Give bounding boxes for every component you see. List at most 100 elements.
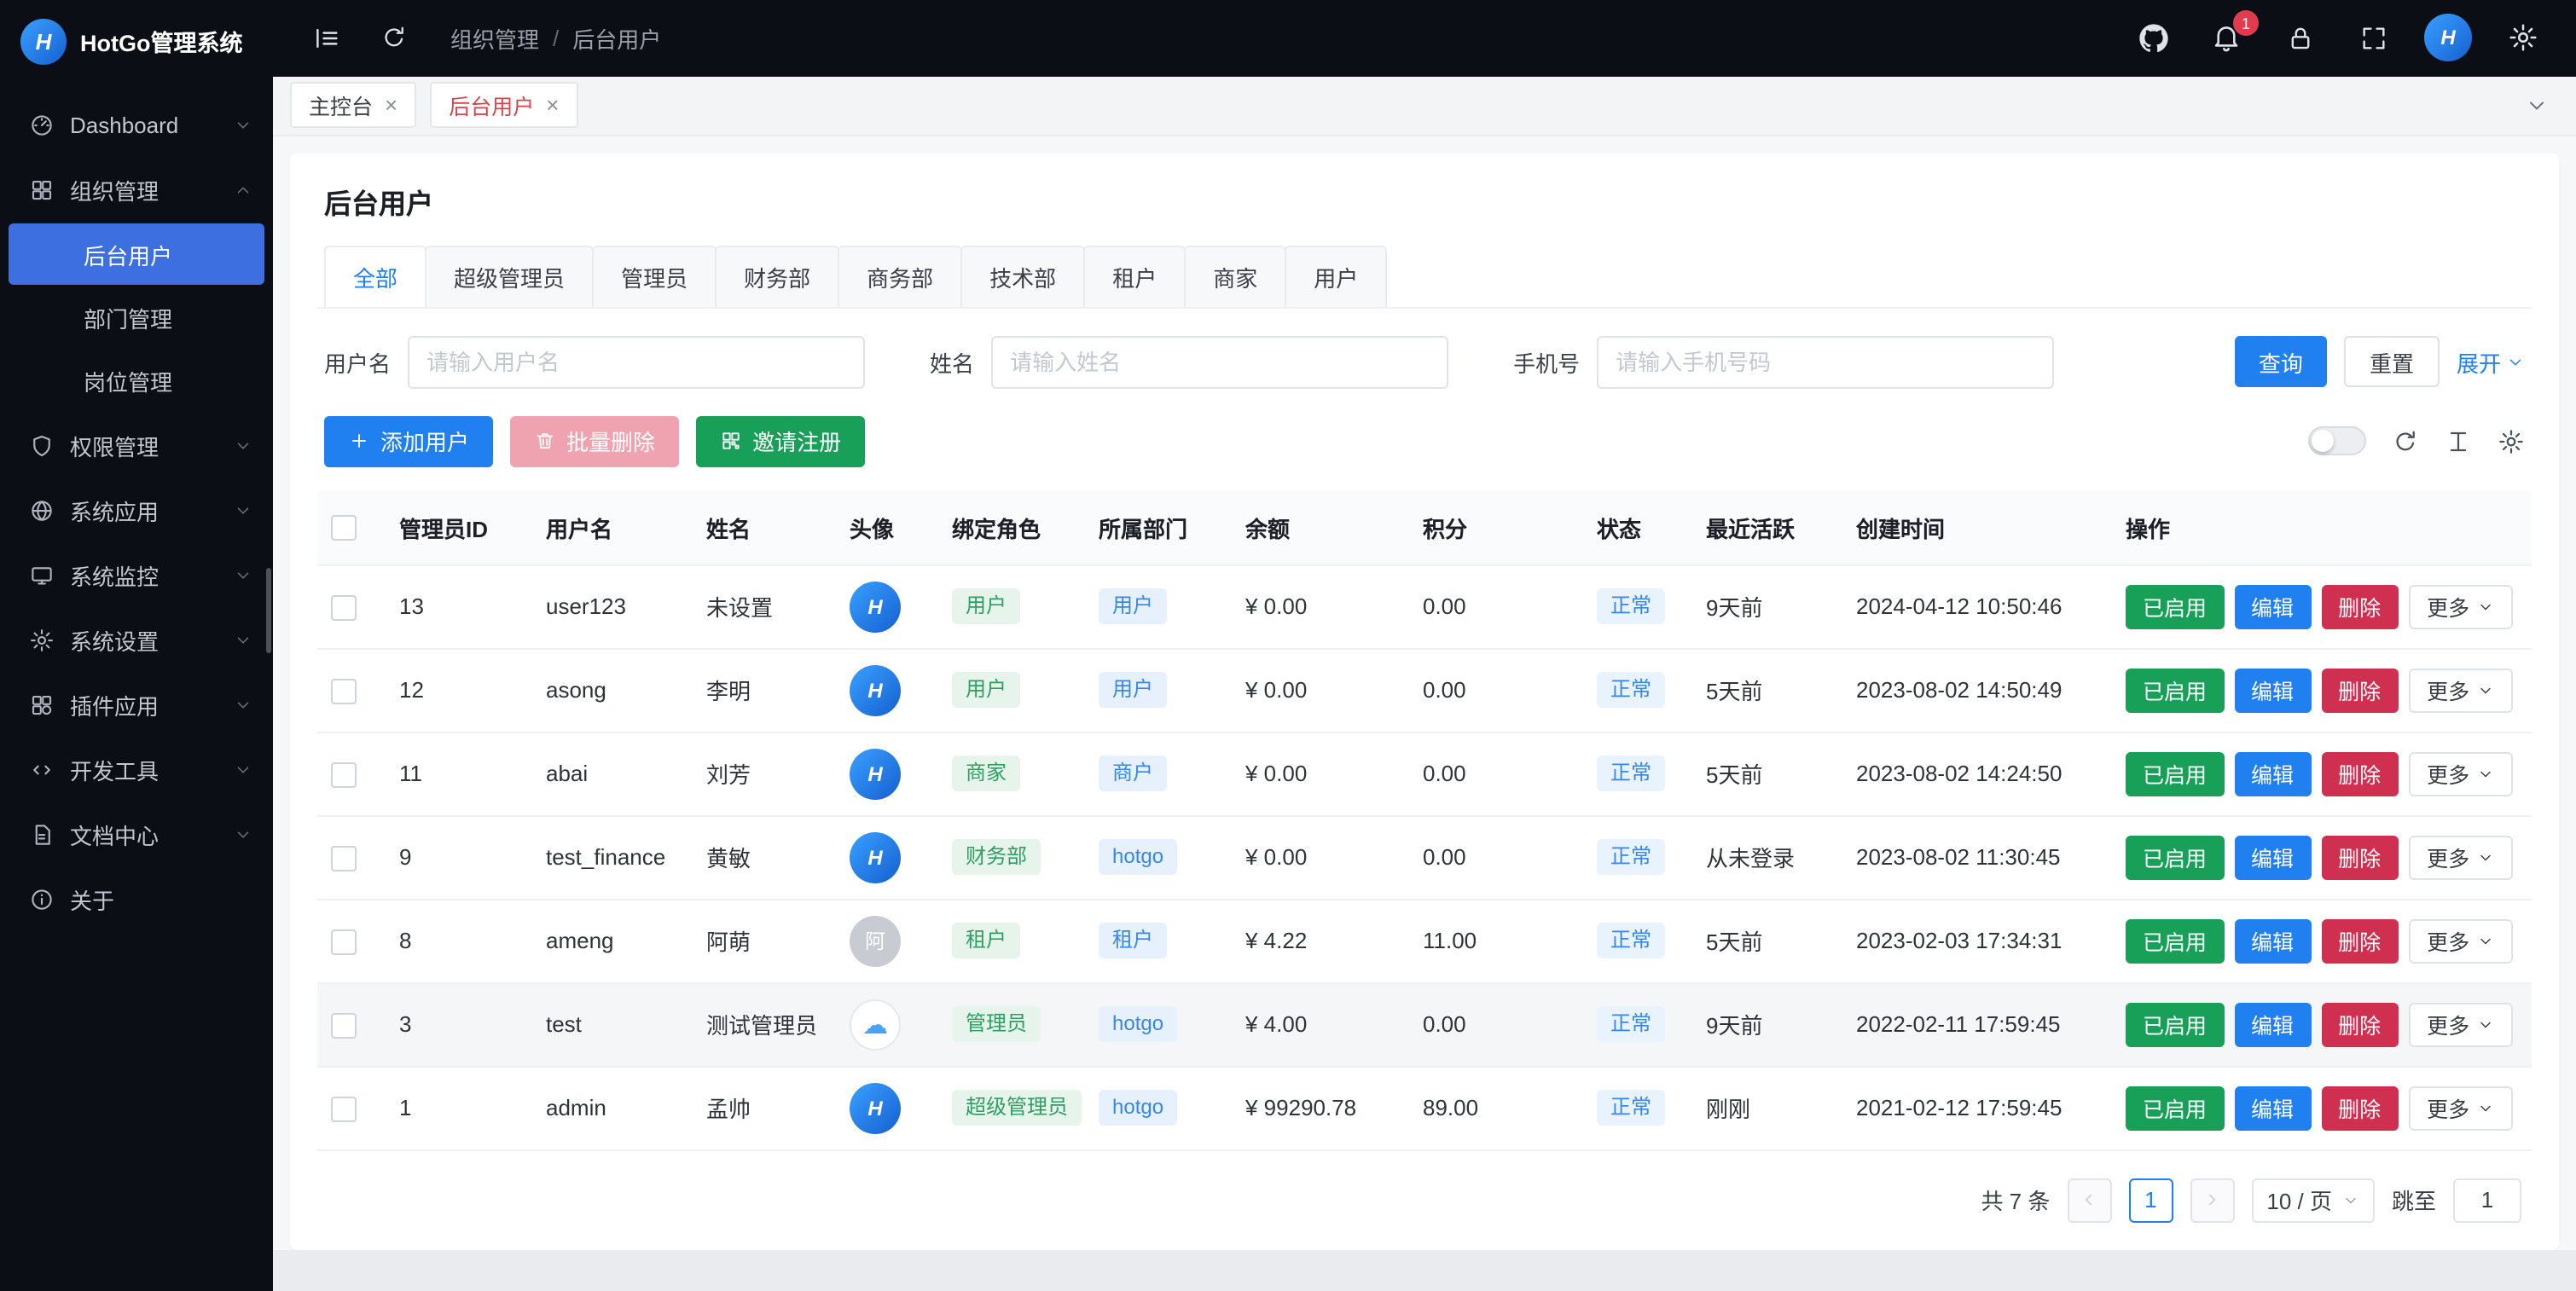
filter-tab[interactable]: 商务部	[838, 246, 962, 307]
invite-register-button[interactable]: 邀请注册	[696, 416, 865, 467]
row-checkbox[interactable]	[331, 1013, 357, 1039]
sidebar-item-system-apps[interactable]: 系统应用	[0, 478, 273, 542]
column-header: 姓名	[693, 491, 836, 565]
more-button[interactable]: 更多	[2408, 585, 2512, 629]
more-button[interactable]: 更多	[2408, 1086, 2512, 1131]
filter-tab[interactable]: 用户	[1285, 246, 1387, 307]
username-input[interactable]	[408, 336, 865, 389]
sidebar-item-dashboard[interactable]: Dashboard	[0, 92, 273, 157]
table-settings-button[interactable]	[2498, 428, 2525, 455]
delete-button[interactable]: 删除	[2321, 1003, 2398, 1047]
table-refresh-button[interactable]	[2392, 428, 2419, 455]
page-number-button[interactable]: 1	[2128, 1178, 2173, 1223]
enabled-button[interactable]: 已启用	[2126, 836, 2224, 880]
sidebar-item-dev-tools[interactable]: 开发工具	[0, 737, 273, 802]
delete-button[interactable]: 删除	[2321, 836, 2398, 880]
sidebar-item-plugins[interactable]: 插件应用	[0, 672, 273, 737]
edit-button[interactable]: 编辑	[2234, 669, 2311, 713]
row-checkbox[interactable]	[331, 846, 357, 871]
more-button[interactable]: 更多	[2408, 669, 2512, 713]
delete-button[interactable]: 删除	[2321, 1086, 2398, 1131]
table-density-button[interactable]	[2445, 428, 2472, 455]
striped-toggle[interactable]	[2308, 427, 2366, 456]
delete-button[interactable]: 删除	[2321, 919, 2398, 964]
mobile-input[interactable]	[1597, 336, 2054, 389]
sidebar-item-org[interactable]: 组织管理	[0, 157, 273, 222]
filter-tab[interactable]: 技术部	[960, 246, 1085, 307]
chevron-down-icon	[234, 695, 252, 714]
query-button[interactable]: 查询	[2235, 337, 2327, 388]
edit-button[interactable]: 编辑	[2234, 919, 2311, 964]
devtools-icon	[29, 756, 55, 782]
prev-page-button[interactable]	[2067, 1178, 2111, 1223]
filter-tab[interactable]: 超级管理员	[425, 246, 594, 307]
delete-button[interactable]: 删除	[2321, 752, 2398, 796]
row-checkbox[interactable]	[331, 595, 357, 621]
app-brand[interactable]: H HotGo管理系统	[0, 0, 273, 82]
close-icon[interactable]: ×	[385, 94, 397, 116]
reset-button[interactable]: 重置	[2344, 337, 2440, 388]
tabs-menu-button[interactable]	[2515, 93, 2559, 117]
more-button[interactable]: 更多	[2408, 919, 2512, 964]
filter-tab[interactable]: 商家	[1184, 246, 1286, 307]
breadcrumb-item[interactable]: 后台用户	[572, 22, 661, 55]
filter-tab[interactable]: 租户	[1083, 246, 1186, 307]
edit-button[interactable]: 编辑	[2234, 836, 2311, 880]
more-button[interactable]: 更多	[2408, 836, 2512, 880]
enabled-button[interactable]: 已启用	[2126, 919, 2224, 964]
more-button[interactable]: 更多	[2408, 1003, 2512, 1047]
github-button[interactable]	[2131, 16, 2175, 61]
row-checkbox[interactable]	[331, 929, 357, 955]
delete-button[interactable]: 删除	[2321, 669, 2398, 713]
jump-input[interactable]	[2453, 1178, 2521, 1223]
notifications-button[interactable]: 1	[2204, 16, 2248, 61]
row-checkbox[interactable]	[331, 679, 357, 704]
edit-button[interactable]: 编辑	[2234, 1086, 2311, 1131]
tab-chip-admin-users[interactable]: 后台用户×	[430, 82, 577, 128]
settings-gear-button[interactable]	[2501, 16, 2545, 61]
breadcrumb-item[interactable]: 组织管理	[450, 22, 539, 55]
edit-button[interactable]: 编辑	[2234, 1003, 2311, 1047]
filter-tab[interactable]: 全部	[324, 246, 426, 307]
sidebar-item-system-monitor[interactable]: 系统监控	[0, 542, 273, 607]
sidebar-collapse-button[interactable]	[304, 16, 348, 61]
filter-tab[interactable]: 管理员	[592, 246, 717, 307]
more-button[interactable]: 更多	[2408, 752, 2512, 796]
delete-button[interactable]: 删除	[2321, 585, 2398, 629]
sidebar-subitem-positions[interactable]: 岗位管理	[9, 350, 264, 411]
sidebar-scrollbar[interactable]	[266, 568, 271, 653]
tab-chip-console[interactable]: 主控台×	[290, 82, 416, 128]
expand-filters-link[interactable]: 展开	[2457, 346, 2525, 379]
enabled-button[interactable]: 已启用	[2126, 669, 2224, 713]
sidebar-item-permissions[interactable]: 权限管理	[0, 413, 273, 478]
sidebar-subitem-departments[interactable]: 部门管理	[9, 287, 264, 348]
batch-delete-button[interactable]: 批量删除	[510, 416, 679, 467]
enabled-button[interactable]: 已启用	[2126, 1003, 2224, 1047]
sidebar-subitem-admin-users[interactable]: 后台用户	[9, 223, 264, 285]
cell-points: 0.00	[1409, 983, 1583, 1067]
enabled-button[interactable]: 已启用	[2126, 585, 2224, 629]
select-all-checkbox[interactable]	[331, 516, 357, 541]
row-checkbox[interactable]	[331, 762, 357, 788]
sidebar-item-system-settings[interactable]: 系统设置	[0, 607, 273, 672]
lock-screen-button[interactable]	[2277, 16, 2322, 61]
cell-name: 李明	[693, 649, 836, 732]
page-refresh-button[interactable]	[372, 16, 416, 61]
user-avatar: H	[850, 832, 901, 883]
row-checkbox[interactable]	[331, 1097, 357, 1122]
search-form: 用户名姓名手机号 查询 重置 展开	[317, 336, 2532, 389]
filter-tab[interactable]: 财务部	[715, 246, 839, 307]
edit-button[interactable]: 编辑	[2234, 585, 2311, 629]
add-user-button[interactable]: 添加用户	[324, 416, 493, 467]
enabled-button[interactable]: 已启用	[2126, 752, 2224, 796]
user-avatar-button[interactable]: H	[2424, 14, 2472, 62]
page-size-select[interactable]: 10 / 页	[2251, 1178, 2375, 1223]
sidebar-item-about[interactable]: 关于	[0, 866, 273, 931]
sidebar-item-docs[interactable]: 文档中心	[0, 802, 273, 866]
fullscreen-button[interactable]	[2351, 16, 2395, 61]
enabled-button[interactable]: 已启用	[2126, 1086, 2224, 1131]
close-icon[interactable]: ×	[546, 94, 559, 116]
name-input[interactable]	[991, 336, 1448, 389]
edit-button[interactable]: 编辑	[2234, 752, 2311, 796]
next-page-button[interactable]	[2190, 1178, 2234, 1223]
